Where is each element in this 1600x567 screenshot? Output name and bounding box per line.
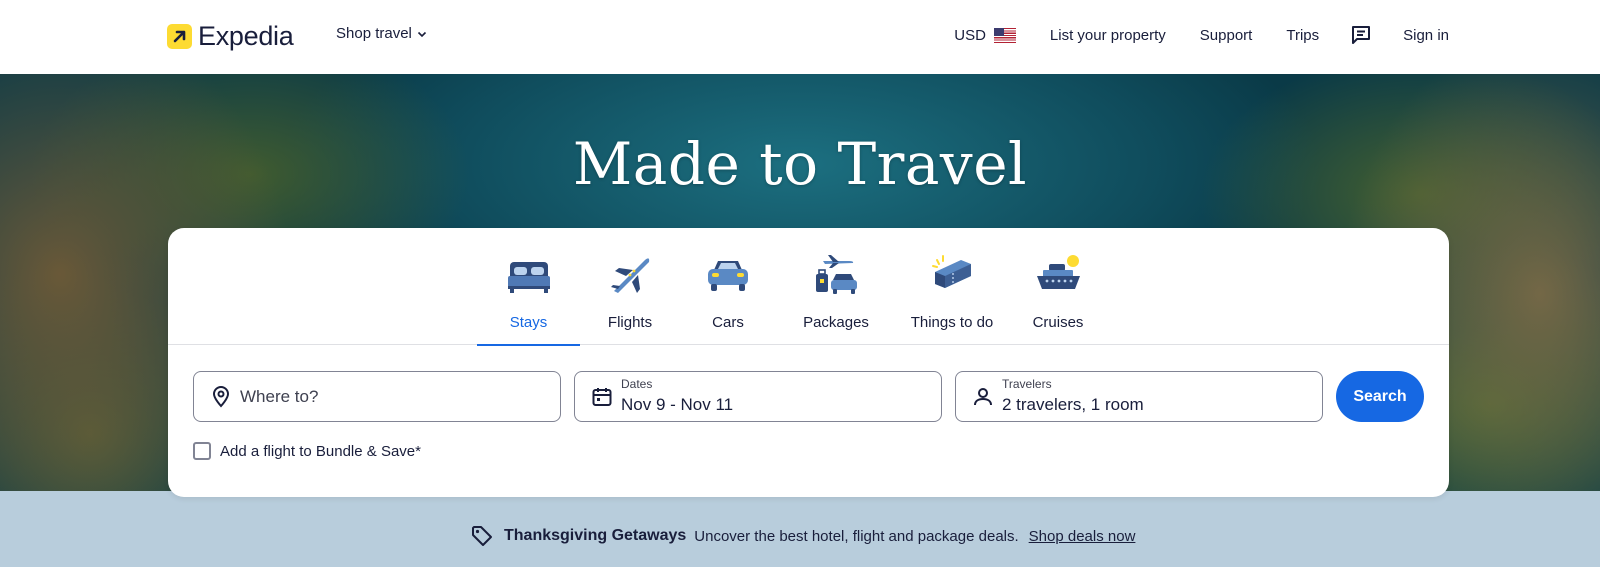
travelers-label: Travelers xyxy=(1002,377,1052,391)
travel-type-tabs: Stays Flights Cars Packages Things to do… xyxy=(168,228,1449,346)
promo-content: Thanksgiving Getaways Uncover the best h… xyxy=(470,524,1135,548)
tab-cruises-label: Cruises xyxy=(1032,314,1084,331)
chevron-down-icon xyxy=(417,31,426,37)
promo-text: Uncover the best hotel, flight and packa… xyxy=(694,527,1019,545)
shop-travel-menu[interactable]: Shop travel xyxy=(336,25,428,42)
site-header: Expedia Shop travel USD List your proper… xyxy=(0,0,1600,74)
bundle-checkbox[interactable] xyxy=(193,442,211,460)
bundle-label[interactable]: Add a flight to Bundle & Save* xyxy=(220,443,421,460)
packages-icon xyxy=(816,255,857,294)
sign-in-link[interactable]: Sign in xyxy=(1403,27,1449,44)
travelers-field[interactable]: Travelers 2 travelers, 1 room xyxy=(955,371,1323,422)
person-icon xyxy=(974,388,992,406)
car-icon xyxy=(708,261,748,291)
currency-selector[interactable]: USD xyxy=(954,27,1016,44)
currency-label: USD xyxy=(954,26,986,44)
promo-title: Thanksgiving Getaways xyxy=(504,527,687,544)
bundle-option: Add a flight to Bundle & Save* xyxy=(193,442,421,460)
bed-icon xyxy=(507,262,550,293)
travelers-value: 2 travelers, 1 room xyxy=(1002,395,1144,414)
hero-title: Made to Travel xyxy=(572,130,1028,198)
tab-packages[interactable]: Packages xyxy=(778,228,894,345)
promo-bar: Thanksgiving Getaways Uncover the best h… xyxy=(0,491,1600,567)
search-button[interactable]: Search xyxy=(1336,371,1424,422)
dates-value: Nov 9 - Nov 11 xyxy=(621,395,734,414)
us-flag-icon xyxy=(993,27,1016,43)
airplane-icon xyxy=(611,258,650,293)
tab-cruises[interactable]: Cruises xyxy=(1010,228,1106,345)
chat-icon xyxy=(1352,26,1371,44)
tab-cars[interactable]: Cars xyxy=(680,228,776,345)
search-card: Stays Flights Cars Packages Things to do… xyxy=(168,228,1449,497)
trips-link[interactable]: Trips xyxy=(1286,27,1319,44)
ticket-icon xyxy=(932,255,971,288)
header-nav: USD List your property Support Trips Sig… xyxy=(954,0,1449,70)
tab-things-to-do-label: Things to do xyxy=(910,314,994,331)
shop-travel-label: Shop travel xyxy=(336,25,412,42)
active-tab-indicator xyxy=(477,344,580,346)
tab-packages-label: Packages xyxy=(803,314,869,331)
shop-deals-link[interactable]: Shop deals now xyxy=(1029,528,1136,545)
location-pin-icon xyxy=(212,386,230,408)
tab-things-to-do[interactable]: Things to do xyxy=(896,228,1008,345)
dates-field[interactable]: Dates Nov 9 - Nov 11 xyxy=(574,371,942,422)
dates-label: Dates xyxy=(621,377,653,391)
support-link[interactable]: Support xyxy=(1200,27,1253,44)
tab-stays-label: Stays xyxy=(509,314,548,331)
tab-stays[interactable]: Stays xyxy=(477,228,580,346)
tag-icon xyxy=(472,526,492,546)
tab-flights[interactable]: Flights xyxy=(582,228,678,345)
tab-flights-label: Flights xyxy=(607,314,653,331)
destination-placeholder: Where to? xyxy=(240,387,319,406)
list-your-property-link[interactable]: List your property xyxy=(1050,27,1166,44)
destination-field[interactable]: Where to? xyxy=(193,371,561,422)
logo-arrow-icon xyxy=(167,23,192,49)
calendar-icon xyxy=(592,388,612,406)
expedia-logo[interactable]: Expedia xyxy=(167,20,294,51)
cruise-ship-icon xyxy=(1037,255,1080,289)
messages-button[interactable] xyxy=(1349,23,1373,47)
tab-cars-label: Cars xyxy=(712,314,744,331)
brand-name: Expedia xyxy=(198,20,294,51)
